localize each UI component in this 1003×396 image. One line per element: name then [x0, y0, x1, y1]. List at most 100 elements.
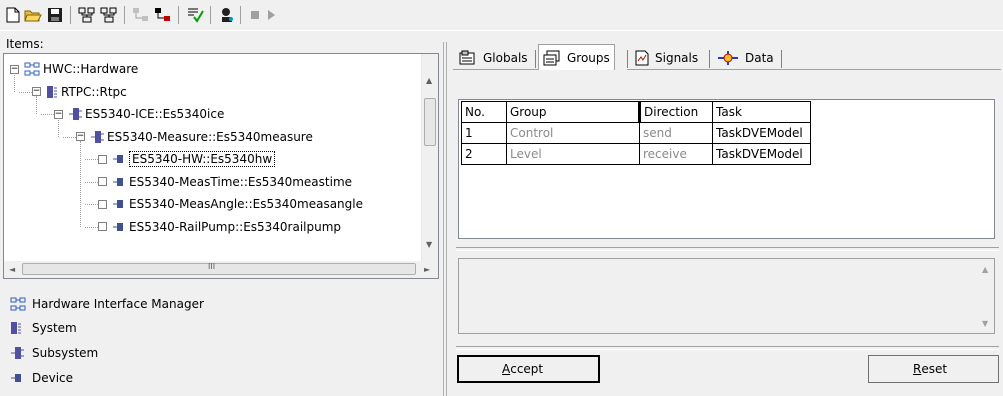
signals-icon	[635, 50, 649, 66]
divider	[456, 247, 999, 251]
tree-node-label: RTPC::Rtpc	[61, 84, 127, 99]
scroll-up-icon[interactable]: ▲	[426, 76, 432, 85]
subsystem-icon	[10, 346, 32, 360]
tree-node[interactable]: ES5340-MeasAngle::Es5340measangle	[85, 195, 363, 213]
tab-label: Groups	[567, 50, 610, 65]
tree-node-label: ES5340-ICE::Es5340ice	[85, 107, 225, 121]
legend-system: System	[10, 319, 77, 337]
table-row[interactable]: 1 Control send TaskDVEModel	[461, 122, 811, 144]
thumb-grip: III	[208, 262, 216, 271]
hardware-icon	[10, 297, 32, 311]
play-icon[interactable]	[262, 6, 280, 24]
reset-label: eset	[921, 362, 948, 376]
pane-splitter[interactable]	[443, 42, 447, 396]
description-text-area[interactable]: ▲ ▼	[458, 258, 995, 334]
tree-horizontal-scrollbar[interactable]: ◄ III ►	[4, 261, 438, 278]
tab-globals[interactable]: Globals	[455, 46, 532, 70]
scroll-down-icon[interactable]: ▼	[426, 240, 432, 249]
tree-node[interactable]: − ES5340-ICE::Es5340ice	[41, 105, 225, 123]
groups-icon	[543, 50, 561, 66]
globals-icon	[459, 50, 477, 66]
tree-node[interactable]: − RTPC::Rtpc	[19, 83, 127, 101]
hscroll-thumb[interactable]: III	[22, 262, 416, 275]
tree-node[interactable]: − ES5340-Measure::Es5340measure	[63, 128, 313, 146]
hardware-tree[interactable]: ▲ ▼ ◄ III ► − HWC::Hardware− RTPC::Rtpc− ES…	[3, 53, 439, 279]
cell-group[interactable]: Control	[506, 122, 640, 144]
tab-groups[interactable]: Groups	[538, 44, 615, 70]
legend-subsystem: Subsystem	[10, 344, 98, 362]
check-icon[interactable]	[186, 6, 204, 24]
scroll-right-icon[interactable]: ►	[424, 265, 430, 274]
header-direction[interactable]: Direction	[639, 101, 713, 123]
device-icon	[112, 154, 126, 164]
legend-label: Hardware Interface Manager	[32, 297, 204, 311]
tab-signals[interactable]: Signals	[631, 46, 702, 70]
accept-label: ccept	[510, 362, 544, 376]
user-icon[interactable]	[218, 6, 236, 24]
scroll-down-icon[interactable]: ▼	[982, 319, 988, 328]
node-checkbox[interactable]	[98, 199, 107, 209]
scroll-thumb[interactable]	[424, 98, 436, 146]
groups-table[interactable]: No. Group Direction Task 1 Control send …	[461, 101, 811, 165]
tree-node-label: ES5340-MeasAngle::Es5340measangle	[129, 197, 363, 211]
reset-button[interactable]: Reset	[868, 355, 999, 383]
accept-mnemonic: A	[502, 362, 511, 376]
tree-node[interactable]: ES5340-HW::Es5340hw	[85, 150, 276, 168]
cell-task[interactable]: TaskDVEModel	[712, 122, 811, 144]
items-label: Items:	[6, 37, 44, 51]
disabled-network-icon[interactable]	[132, 6, 150, 24]
tree-node-label: HWC::Hardware	[43, 62, 139, 76]
hardware-icon	[24, 62, 40, 76]
legend-label: Device	[32, 371, 74, 385]
tree-node-label: ES5340-MeasTime::Es5340meastime	[129, 174, 353, 189]
tree-node[interactable]: − HWC::Hardware	[10, 60, 138, 78]
reset-mnemonic: R	[913, 362, 922, 376]
tab-label: Data	[745, 51, 774, 65]
tree-node-label: ES5340-RailPump::Es5340railpump	[129, 219, 342, 234]
subsystem-icon	[90, 130, 104, 144]
tree-vertical-scrollbar[interactable]: ▲ ▼	[421, 54, 438, 262]
tree-node[interactable]: ES5340-MeasTime::Es5340meastime	[85, 173, 353, 191]
legend-label: System	[32, 321, 77, 335]
hardware-config-icon[interactable]	[78, 6, 96, 24]
scroll-left-icon[interactable]: ◄	[9, 265, 15, 274]
open-folder-icon[interactable]	[24, 6, 42, 24]
new-file-icon[interactable]	[4, 6, 22, 24]
cell-no[interactable]: 2	[461, 143, 507, 165]
cell-group[interactable]: Level	[506, 143, 640, 165]
node-checkbox[interactable]	[98, 222, 107, 231]
cell-direction[interactable]: receive	[639, 143, 713, 165]
tree-node-label: ES5340-HW::Es5340hw	[129, 151, 276, 167]
save-icon[interactable]	[46, 6, 64, 24]
header-no[interactable]: No.	[461, 101, 507, 123]
tab-data[interactable]: Data	[713, 46, 778, 70]
subsystem-icon	[68, 107, 82, 121]
tree-connector	[80, 140, 81, 227]
text-area-scrollbar[interactable]: ▲ ▼	[977, 259, 994, 333]
tree-node[interactable]: ES5340-RailPump::Es5340railpump	[85, 218, 342, 236]
cell-task[interactable]: TaskDVEModel	[712, 143, 811, 165]
system-icon	[46, 85, 58, 99]
tree-node-label: ES5340-Measure::Es5340measure	[107, 129, 313, 144]
device-icon	[112, 222, 126, 232]
network-icon[interactable]	[154, 6, 172, 24]
groups-table-container[interactable]: No. Group Direction Task 1 Control send …	[458, 99, 995, 239]
legend-device: Device	[10, 369, 73, 387]
node-checkbox[interactable]	[98, 154, 107, 164]
table-row[interactable]: 2 Level receive TaskDVEModel	[461, 143, 811, 165]
accept-button[interactable]: Accept	[457, 355, 600, 383]
tab-label: Signals	[655, 51, 699, 65]
table-header-row: No. Group Direction Task	[461, 101, 811, 123]
tab-label: Globals	[483, 51, 528, 65]
hardware-config-alt-icon[interactable]	[100, 6, 118, 24]
legend-hardware: Hardware Interface Manager	[10, 295, 204, 313]
cell-direction[interactable]: send	[639, 122, 713, 144]
cell-no[interactable]: 1	[461, 122, 507, 144]
device-icon	[112, 199, 126, 209]
header-task[interactable]: Task	[712, 101, 811, 123]
data-icon	[717, 50, 739, 66]
header-group[interactable]: Group	[506, 101, 641, 123]
legend-label: Subsystem	[32, 346, 99, 360]
scroll-up-icon[interactable]: ▲	[982, 265, 988, 274]
node-checkbox[interactable]	[98, 177, 107, 186]
